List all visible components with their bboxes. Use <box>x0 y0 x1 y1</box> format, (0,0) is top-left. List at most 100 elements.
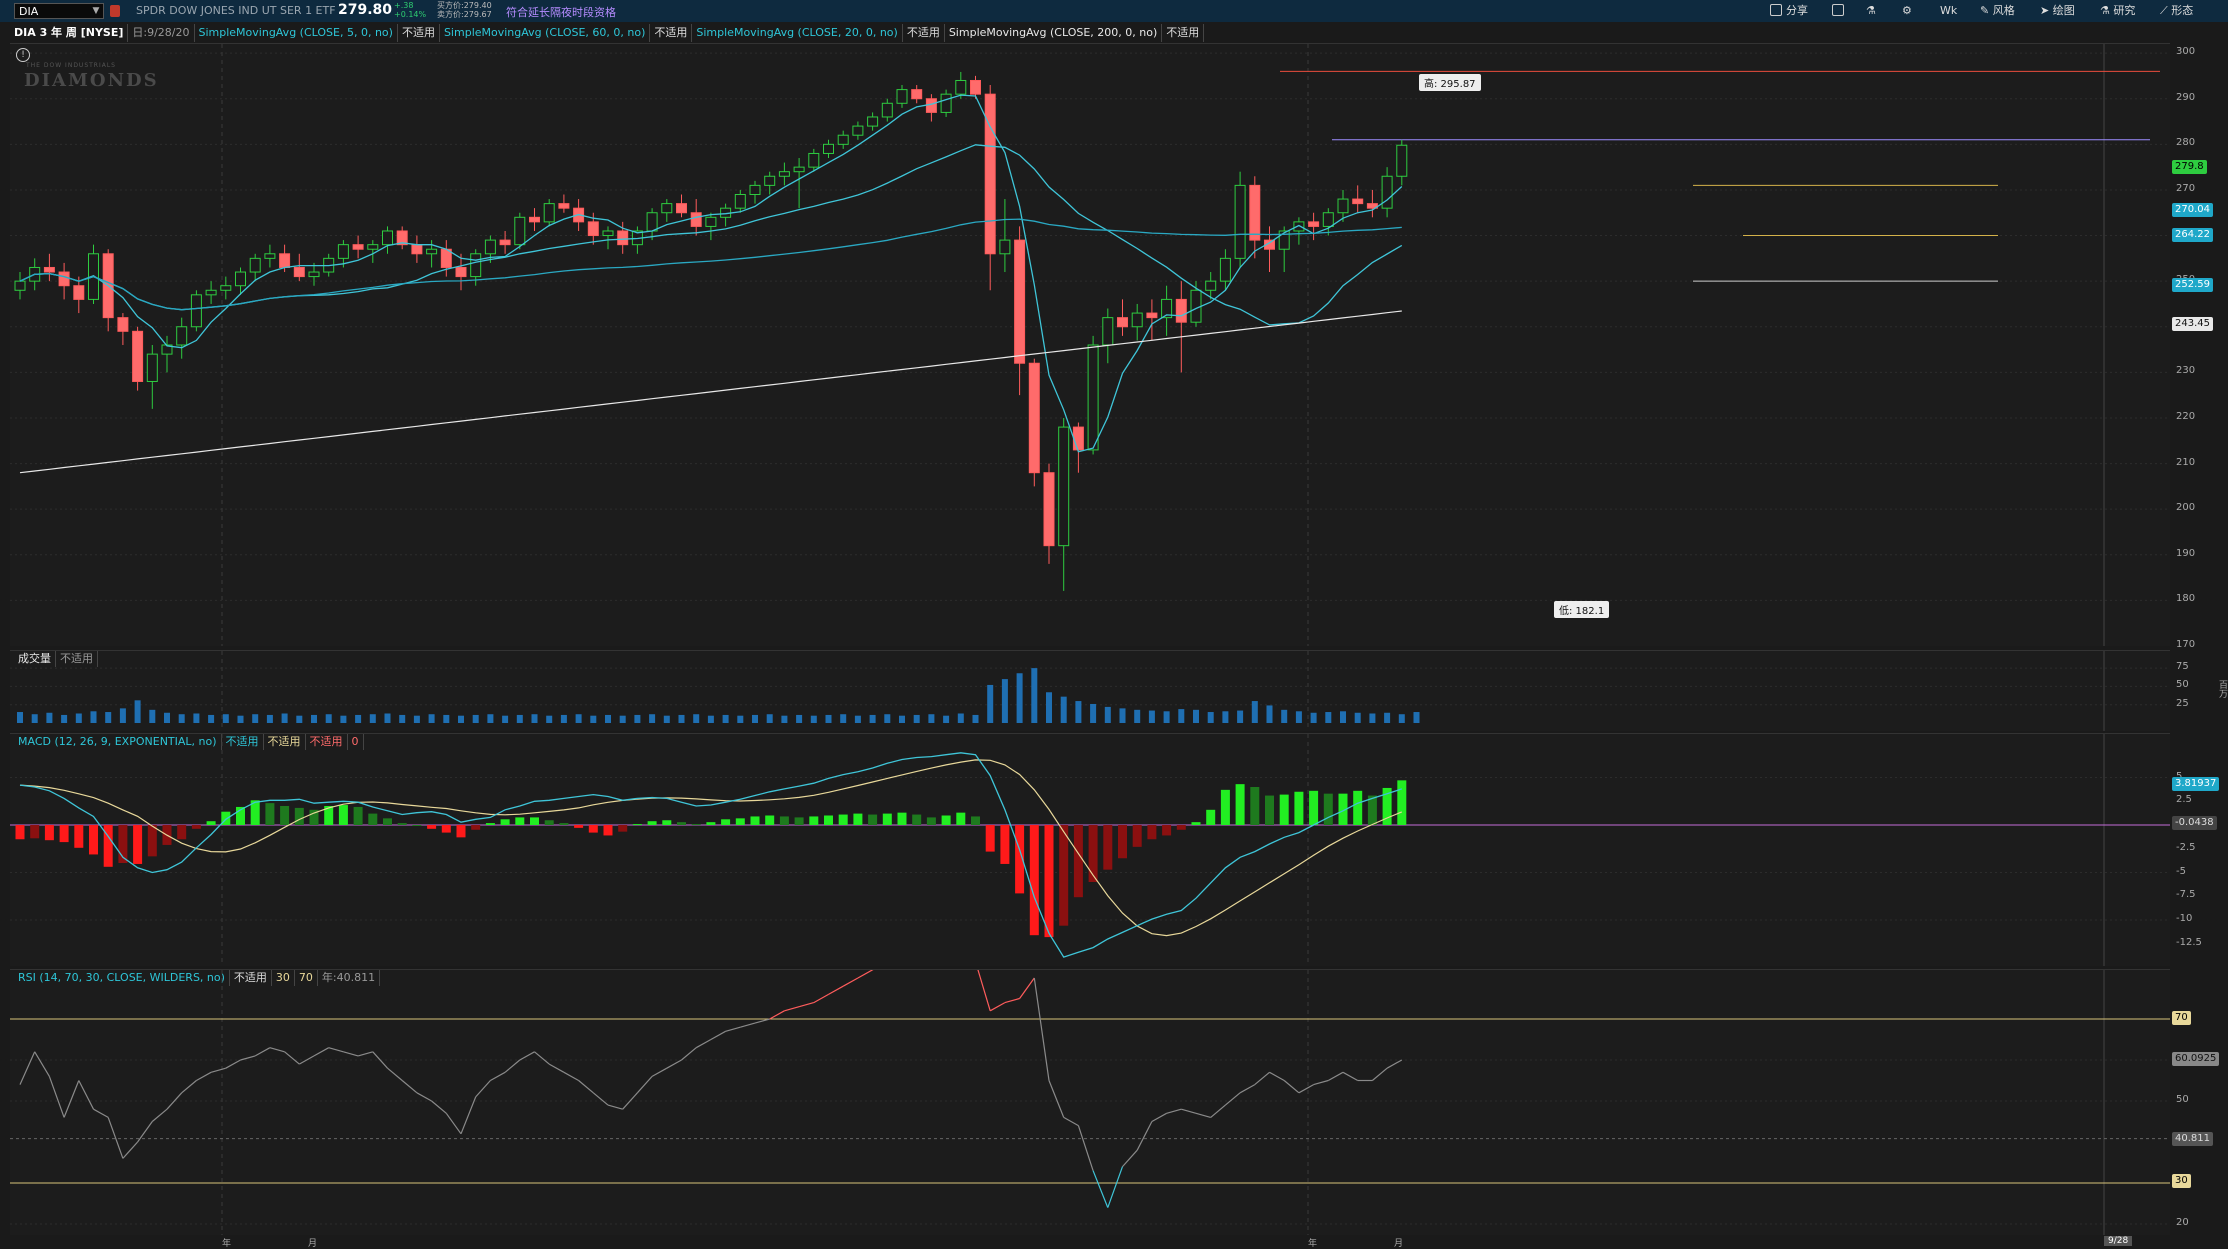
volume-bar <box>943 715 950 723</box>
rsi-line-segment <box>1136 1121 1153 1151</box>
price-tick: 210 <box>2176 456 2196 468</box>
rsi-line-segment <box>284 1051 300 1065</box>
settings-button[interactable]: ⚙ <box>1902 3 1912 19</box>
candle-body <box>529 216 540 223</box>
candle-body <box>337 244 349 259</box>
rsi-chart[interactable] <box>10 970 2170 1235</box>
change-value: +.38 <box>394 1 414 10</box>
chart-title: DIA 3 年 周 [NYSE] <box>10 24 129 42</box>
price-chart[interactable] <box>10 44 2170 646</box>
rsi-line-segment <box>240 1055 256 1061</box>
rsi-line-segment <box>1077 1125 1094 1171</box>
macd-chart[interactable] <box>10 734 2170 966</box>
candle-body <box>1131 312 1143 328</box>
volume-bar <box>1193 709 1199 723</box>
price-pane[interactable]: ! THE DOW INDUSTRIALS DIAMONDS 高: 295.87… <box>10 43 2170 646</box>
volume-bar <box>840 714 847 723</box>
x-label-month1: 月 <box>308 1239 318 1249</box>
candle-body <box>455 266 467 278</box>
study-sma200-value: 不适用 <box>1162 24 1205 42</box>
macd-histogram-bar <box>412 825 422 826</box>
macd-histogram-bar <box>941 815 951 825</box>
rsi-line-segment <box>1239 1084 1256 1094</box>
rsi-line-segment <box>122 1141 139 1159</box>
cursor-icon: ➤ <box>2040 4 2053 17</box>
last-price: 279.80 <box>338 2 393 18</box>
screenshot-button[interactable] <box>1832 3 1848 19</box>
rsi-line-segment <box>328 1047 344 1053</box>
candle-body <box>690 212 702 227</box>
study-sma20[interactable]: SimpleMovingAvg (CLOSE, 20, 0, no) <box>692 24 903 42</box>
study-sma200[interactable]: SimpleMovingAvg (CLOSE, 200, 0, no) <box>945 24 1163 42</box>
volume-bar <box>810 715 817 723</box>
drawing-button[interactable]: ➤ 绘图 <box>2040 3 2075 19</box>
flask-button[interactable]: ⚗ <box>1866 3 1876 19</box>
rsi-line-segment <box>842 977 859 987</box>
macd-histogram-bar <box>824 815 833 825</box>
info-icon[interactable]: ! <box>16 48 30 62</box>
macd-histogram-bar <box>1147 825 1157 840</box>
sma200-tag: 243.45 <box>2172 317 2213 331</box>
macd-histogram-bar <box>912 814 922 825</box>
volume-bar <box>472 714 479 723</box>
volume-bar <box>46 712 53 723</box>
patterns-button[interactable]: ⟋ 形态 <box>2160 3 2193 19</box>
candle-body <box>1234 184 1246 259</box>
link-color-icon[interactable] <box>110 5 120 17</box>
rsi-mid-tag: 40.811 <box>2172 1132 2213 1146</box>
chevron-down-icon[interactable]: ▼ <box>90 4 102 18</box>
study-sma60[interactable]: SimpleMovingAvg (CLOSE, 60, 0, no) <box>440 24 651 42</box>
macd-histogram-bar <box>1250 787 1260 825</box>
rsi-line-segment <box>401 1080 418 1094</box>
volume-bar <box>781 715 788 723</box>
volume-bar <box>340 715 347 723</box>
rsi-line-segment <box>1048 1080 1065 1118</box>
price-tick: 180 <box>2176 593 2196 605</box>
volume-bar <box>619 715 626 723</box>
volume-axis: 75 50 25 百万 <box>2170 650 2228 730</box>
macd-histogram-bar <box>44 825 54 841</box>
volume-bar <box>1237 710 1244 723</box>
macd-histogram-bar <box>59 825 69 843</box>
price-axis[interactable]: 3002902802702602502402302202102001901801… <box>2170 43 2228 650</box>
share-button[interactable]: 分享 <box>1770 3 1808 19</box>
x-axis[interactable]: 年 月 年 月 9/28 <box>10 1236 2170 1249</box>
rsi-pane[interactable]: RSI (14, 70, 30, CLOSE, WILDERS, no) 不适用 3… <box>10 969 2170 1235</box>
rsi-line-segment <box>78 1080 95 1110</box>
sma60-tag: 252.59 <box>2172 278 2213 292</box>
timeframe-button[interactable]: Wk <box>1940 3 1957 19</box>
rsi-line-segment <box>1269 1071 1285 1082</box>
volume-pane[interactable]: 成交量 不适用 <box>10 650 2170 731</box>
study-sma5[interactable]: SimpleMovingAvg (CLOSE, 5, 0, no) <box>195 24 398 42</box>
rsi-line-segment <box>460 1096 477 1135</box>
candle-body <box>132 330 144 382</box>
last-price-tag: 279.8 <box>2172 160 2207 174</box>
chart-date: 日:9/28/20 <box>128 24 195 42</box>
volume-bar <box>164 712 170 723</box>
candle-body <box>514 216 526 246</box>
rsi-line-segment <box>269 1047 285 1053</box>
rsi-70-tag: 70 <box>2172 1011 2191 1025</box>
macd-histogram-bar <box>853 813 863 825</box>
volume-bar <box>825 714 832 723</box>
studies-button[interactable]: ⚗ 研究 <box>2100 3 2135 19</box>
volume-bar <box>884 714 891 723</box>
rsi-line-segment <box>107 1117 124 1159</box>
rsi-line-segment <box>1107 1166 1124 1208</box>
volume-chart[interactable] <box>10 651 2170 731</box>
rsi-line-segment <box>1225 1092 1241 1106</box>
volume-bar <box>987 684 994 723</box>
flask-small-icon: ⚗ <box>2100 4 2114 17</box>
volume-bar <box>75 713 82 723</box>
camera-icon <box>1832 4 1844 16</box>
macd-pane[interactable]: MACD (12, 26, 9, EXPONENTIAL, no) 不适用 不适用不… <box>10 733 2170 966</box>
share-icon <box>1770 4 1782 16</box>
rsi-line-segment <box>651 1067 668 1077</box>
macd-histogram-bar <box>1279 794 1289 825</box>
rsi-line-segment <box>34 1051 50 1077</box>
macd-histogram-bar <box>1353 790 1363 825</box>
volume-bar <box>1325 712 1332 723</box>
style-button[interactable]: ✎ 风格 <box>1980 3 2015 19</box>
volume-bar <box>281 713 288 723</box>
macd-line <box>19 752 1403 958</box>
